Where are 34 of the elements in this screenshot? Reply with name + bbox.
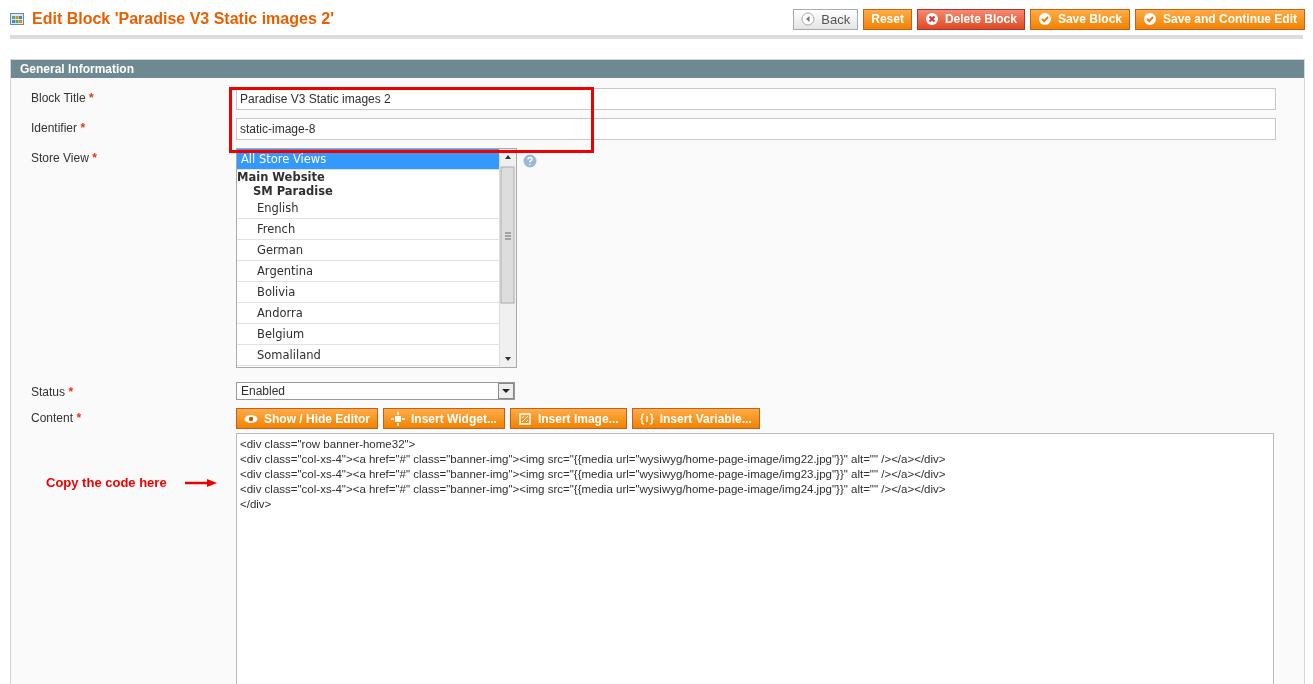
arrow-icon — [184, 478, 217, 487]
list-option[interactable]: Somaliland — [237, 345, 499, 366]
field-label: Status * — [31, 384, 75, 400]
group-heading: Main Website — [237, 170, 326, 184]
list-option[interactable]: Andorra — [237, 303, 499, 324]
annotation-text: Copy the code here — [46, 475, 167, 490]
text-field[interactable]: Paradise V3 Static images 2 — [236, 88, 1276, 110]
list-option[interactable]: Belgium — [237, 324, 499, 345]
page-title: Edit Block 'Paradise V3 Static images 2' — [32, 10, 334, 28]
field-label: Store View * — [31, 150, 98, 167]
status-select[interactable]: Enabled — [236, 382, 515, 400]
help-icon[interactable] — [523, 154, 537, 168]
field-label: Identifier * — [31, 120, 87, 137]
list-option[interactable]: German — [237, 240, 499, 261]
code-field[interactable]: <div class="row banner-home32"> <div class="col-xs-4"><a href="#" class="banner-img"><img src="{{media url="wysiwyg/home-page-image/img22.jpg"}}" alt="" /></a></div> <div class="col-xs-4"><a href="#" class="banner-img"><img src="{{media url="wysiwyg/home-page-image/img23.jpg"}}" alt="" /></a></div> <div class="col-xs-4"><a href="#" class="banner-img"><img src="{{media url="wysiwyg/home-page-image/img24.jpg"}}" alt="" /></a></div> </div> — [236, 433, 1274, 684]
field-label: Content * — [31, 410, 83, 427]
checkmark-icon — [1143, 12, 1157, 26]
section-header: General Information — [11, 60, 1304, 78]
field-label: Block Title * — [31, 90, 95, 107]
scrollbar[interactable] — [499, 149, 516, 367]
list-option[interactable]: English — [237, 198, 499, 219]
back-button[interactable]: Back — [793, 8, 859, 30]
group-heading: SM Paradise — [252, 184, 334, 198]
image-icon — [517, 411, 532, 426]
checkmark-icon — [1037, 12, 1052, 26]
list-option[interactable]: Argentina — [237, 261, 499, 282]
widget-icon — [391, 411, 405, 426]
store-view-list[interactable]: All Store Views Main Website SM Paradise English French German Argentina Bolivia Andorra Belgium Somaliland — [236, 148, 517, 368]
cross-circle-icon — [924, 12, 939, 26]
grid-icon — [10, 13, 24, 25]
braces-icon — [639, 411, 654, 426]
list-option[interactable]: Bolivia — [237, 282, 499, 303]
list-option[interactable]: French — [237, 219, 499, 240]
text-field[interactable]: static-image-8 — [236, 118, 1276, 140]
